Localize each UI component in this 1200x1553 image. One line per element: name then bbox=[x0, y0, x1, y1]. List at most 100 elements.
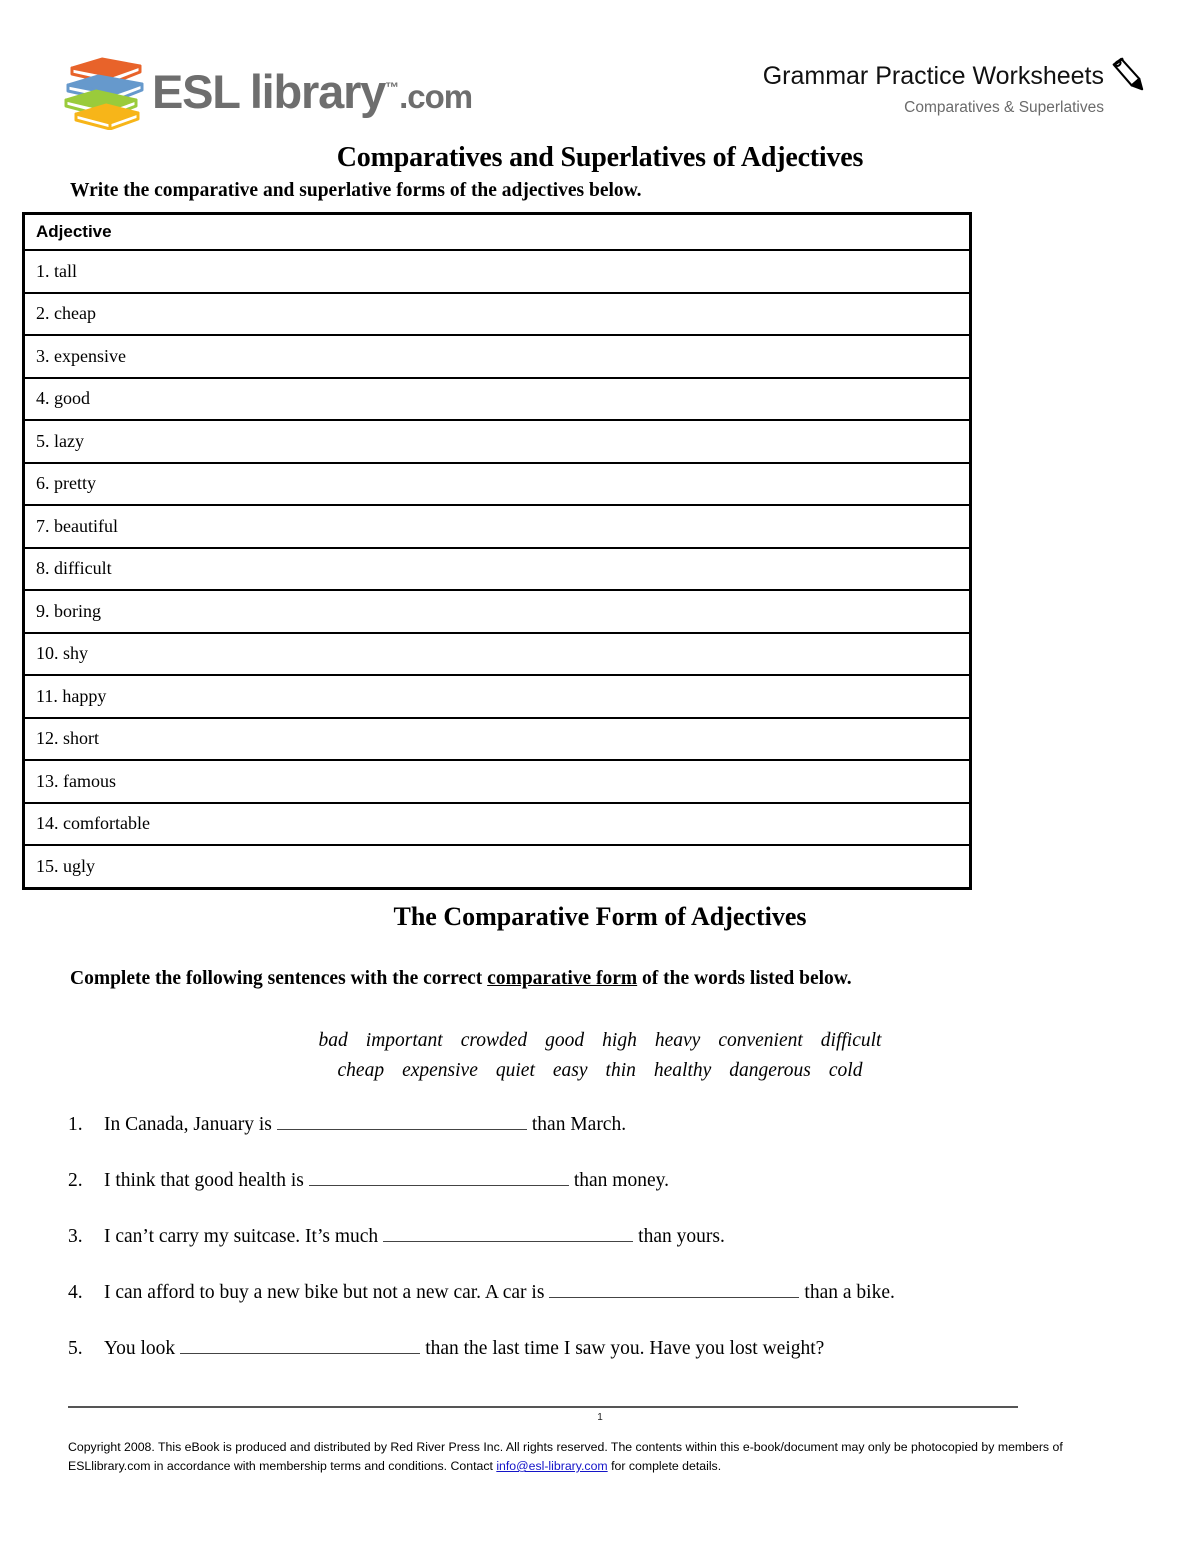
table-row[interactable]: 2. cheap bbox=[25, 292, 969, 336]
footer-divider bbox=[68, 1406, 1018, 1408]
table-row[interactable]: 5. lazy bbox=[25, 420, 969, 464]
adjective-row-12[interactable]: 12. short bbox=[25, 717, 969, 761]
adjective-row-11[interactable]: 11. happy bbox=[25, 675, 969, 719]
sentence-text-after: than yours. bbox=[638, 1226, 725, 1247]
answer-blank-5[interactable] bbox=[180, 1337, 421, 1354]
instruction-text-after: of the words listed below. bbox=[637, 968, 852, 989]
word-bank-item: healthy bbox=[653, 1060, 712, 1082]
word-bank-item: convenient bbox=[718, 1030, 803, 1051]
sentence-number: 4. bbox=[68, 1282, 83, 1303]
word-bank-item: thin bbox=[605, 1060, 636, 1082]
table-row[interactable]: 7. beautiful bbox=[25, 505, 969, 549]
word-bank-item: heavy bbox=[654, 1030, 701, 1051]
sentence-item-4: 4. I can afford to buy a new bike but no… bbox=[68, 1281, 1140, 1304]
adjective-row-14[interactable]: 14. comfortable bbox=[25, 802, 969, 846]
column-header-adjective: Adjective bbox=[25, 215, 969, 251]
worksheet-topic-subtitle: Comparatives & Superlatives bbox=[904, 98, 1104, 116]
answer-blank-1[interactable] bbox=[276, 1113, 527, 1130]
adjective-row-7[interactable]: 7. beautiful bbox=[25, 505, 969, 549]
copyright-notice: Copyright 2008. This eBook is produced a… bbox=[68, 1438, 1103, 1476]
adjective-row-4[interactable]: 4. good bbox=[25, 377, 969, 421]
exercise-2-instruction: Complete the following sentences with th… bbox=[70, 968, 852, 990]
word-bank-item: important bbox=[365, 1030, 443, 1051]
exercise-2-sentences: 1. In Canada, January is than March. 2. … bbox=[68, 1113, 1140, 1393]
word-bank-row-1: bad important crowded good high heavy convenie… bbox=[0, 1026, 1200, 1056]
sentence-number: 2. bbox=[68, 1170, 83, 1191]
wordmark-library: library bbox=[249, 64, 386, 118]
sentence-item-3: 3. I can’t carry my suitcase. It’s much … bbox=[68, 1225, 1140, 1248]
sentence-number: 1. bbox=[68, 1114, 83, 1135]
contact-email-link[interactable]: info@esl-library.com bbox=[496, 1459, 607, 1473]
wordmark-esl: ESL bbox=[152, 64, 241, 118]
table-row[interactable]: 6. pretty bbox=[25, 462, 969, 506]
table-row[interactable]: 4. good bbox=[25, 377, 969, 421]
instruction-text-before: Complete the following sentences with th… bbox=[70, 968, 488, 989]
adjective-table: Adjective 1. tall 2. cheap 3. expensive … bbox=[22, 212, 972, 890]
table-row[interactable]: 14. comfortable bbox=[25, 802, 969, 846]
word-bank-item: cheap bbox=[337, 1060, 385, 1082]
sentence-text-after: than the last time I saw you. Have you l… bbox=[425, 1338, 825, 1359]
adjective-row-1[interactable]: 1. tall bbox=[25, 250, 969, 294]
table-row[interactable]: 3. expensive bbox=[25, 335, 969, 379]
sentence-number: 3. bbox=[68, 1226, 83, 1247]
word-bank-item: cold bbox=[828, 1060, 863, 1082]
adjective-row-2[interactable]: 2. cheap bbox=[25, 292, 969, 336]
sentence-item-5: 5. You look than the last time I saw you… bbox=[68, 1337, 1140, 1360]
copyright-text-part2: for complete details. bbox=[607, 1459, 722, 1474]
page-header: ESL library ™ .com Grammar Practice Workshe… bbox=[0, 0, 1200, 140]
table-header-row: Adjective bbox=[25, 215, 969, 251]
answer-blank-3[interactable] bbox=[383, 1225, 634, 1242]
adjective-table-body: Adjective 1. tall 2. cheap 3. expensive … bbox=[25, 215, 969, 887]
sentence-text-after: than money. bbox=[573, 1170, 669, 1191]
word-bank-item: good bbox=[545, 1030, 585, 1051]
sentence-text-after: than March. bbox=[531, 1114, 627, 1135]
esl-library-wordmark: ESL library ™ .com bbox=[152, 64, 473, 118]
section-2-title: The Comparative Form of Adjectives bbox=[393, 902, 807, 931]
word-bank-item: crowded bbox=[460, 1030, 528, 1051]
table-row[interactable]: 11. happy bbox=[25, 675, 969, 719]
word-bank-item: quiet bbox=[495, 1060, 535, 1082]
page-title: Comparatives and Superlatives of Adjecti… bbox=[336, 142, 864, 173]
adjective-row-15[interactable]: 15. ugly bbox=[25, 845, 969, 887]
adjective-row-10[interactable]: 10. shy bbox=[25, 632, 969, 676]
header-titles: Grammar Practice Worksheets Comparatives… bbox=[763, 57, 1144, 117]
sentence-number: 5. bbox=[68, 1338, 83, 1359]
esl-library-logo: ESL library ™ .com bbox=[62, 52, 473, 130]
table-row[interactable]: 1. tall bbox=[25, 250, 969, 294]
answer-blank-4[interactable] bbox=[549, 1281, 800, 1298]
answer-blank-2[interactable] bbox=[308, 1169, 569, 1186]
adjective-row-5[interactable]: 5. lazy bbox=[25, 420, 969, 464]
word-bank-item: easy bbox=[552, 1060, 588, 1082]
table-row[interactable]: 10. shy bbox=[25, 632, 969, 676]
table-row[interactable]: 15. ugly bbox=[25, 845, 969, 887]
adjective-row-9[interactable]: 9. boring bbox=[25, 590, 969, 634]
trademark-symbol: ™ bbox=[385, 78, 400, 95]
sentence-text-before: In Canada, January is bbox=[104, 1114, 272, 1135]
table-row[interactable]: 13. famous bbox=[25, 760, 969, 804]
sentence-text-after: than a bike. bbox=[804, 1282, 895, 1303]
word-bank-item: high bbox=[602, 1030, 637, 1051]
word-bank-item: difficult bbox=[820, 1030, 882, 1051]
sentence-item-1: 1. In Canada, January is than March. bbox=[68, 1113, 1140, 1136]
adjective-row-6[interactable]: 6. pretty bbox=[25, 462, 969, 506]
word-bank-item: expensive bbox=[402, 1060, 478, 1082]
exercise-1-instruction: Write the comparative and superlative fo… bbox=[70, 180, 642, 201]
stacked-books-icon bbox=[64, 57, 144, 130]
sentence-item-2: 2. I think that good health is than mone… bbox=[68, 1169, 1140, 1192]
adjective-row-3[interactable]: 3. expensive bbox=[25, 335, 969, 379]
word-bank: bad important crowded good high heavy convenie… bbox=[0, 1026, 1200, 1086]
table-row[interactable]: 9. boring bbox=[25, 590, 969, 634]
page-number: 1 bbox=[597, 1412, 603, 1423]
sentence-text-before: I can afford to buy a new bike but not a… bbox=[104, 1282, 545, 1303]
adjective-row-8[interactable]: 8. difficult bbox=[25, 547, 969, 591]
table-row[interactable]: 12. short bbox=[25, 717, 969, 761]
sentence-text-before: You look bbox=[104, 1338, 176, 1359]
wordmark-tld: .com bbox=[399, 77, 473, 115]
sentence-text-before: I can’t carry my suitcase. It’s much bbox=[104, 1226, 379, 1247]
sentence-text-before: I think that good health is bbox=[104, 1170, 304, 1191]
word-bank-item: dangerous bbox=[729, 1060, 811, 1082]
word-bank-item: bad bbox=[318, 1030, 348, 1051]
table-row[interactable]: 8. difficult bbox=[25, 547, 969, 591]
instruction-underlined-phrase: comparative form bbox=[487, 968, 638, 989]
adjective-row-13[interactable]: 13. famous bbox=[25, 760, 969, 804]
